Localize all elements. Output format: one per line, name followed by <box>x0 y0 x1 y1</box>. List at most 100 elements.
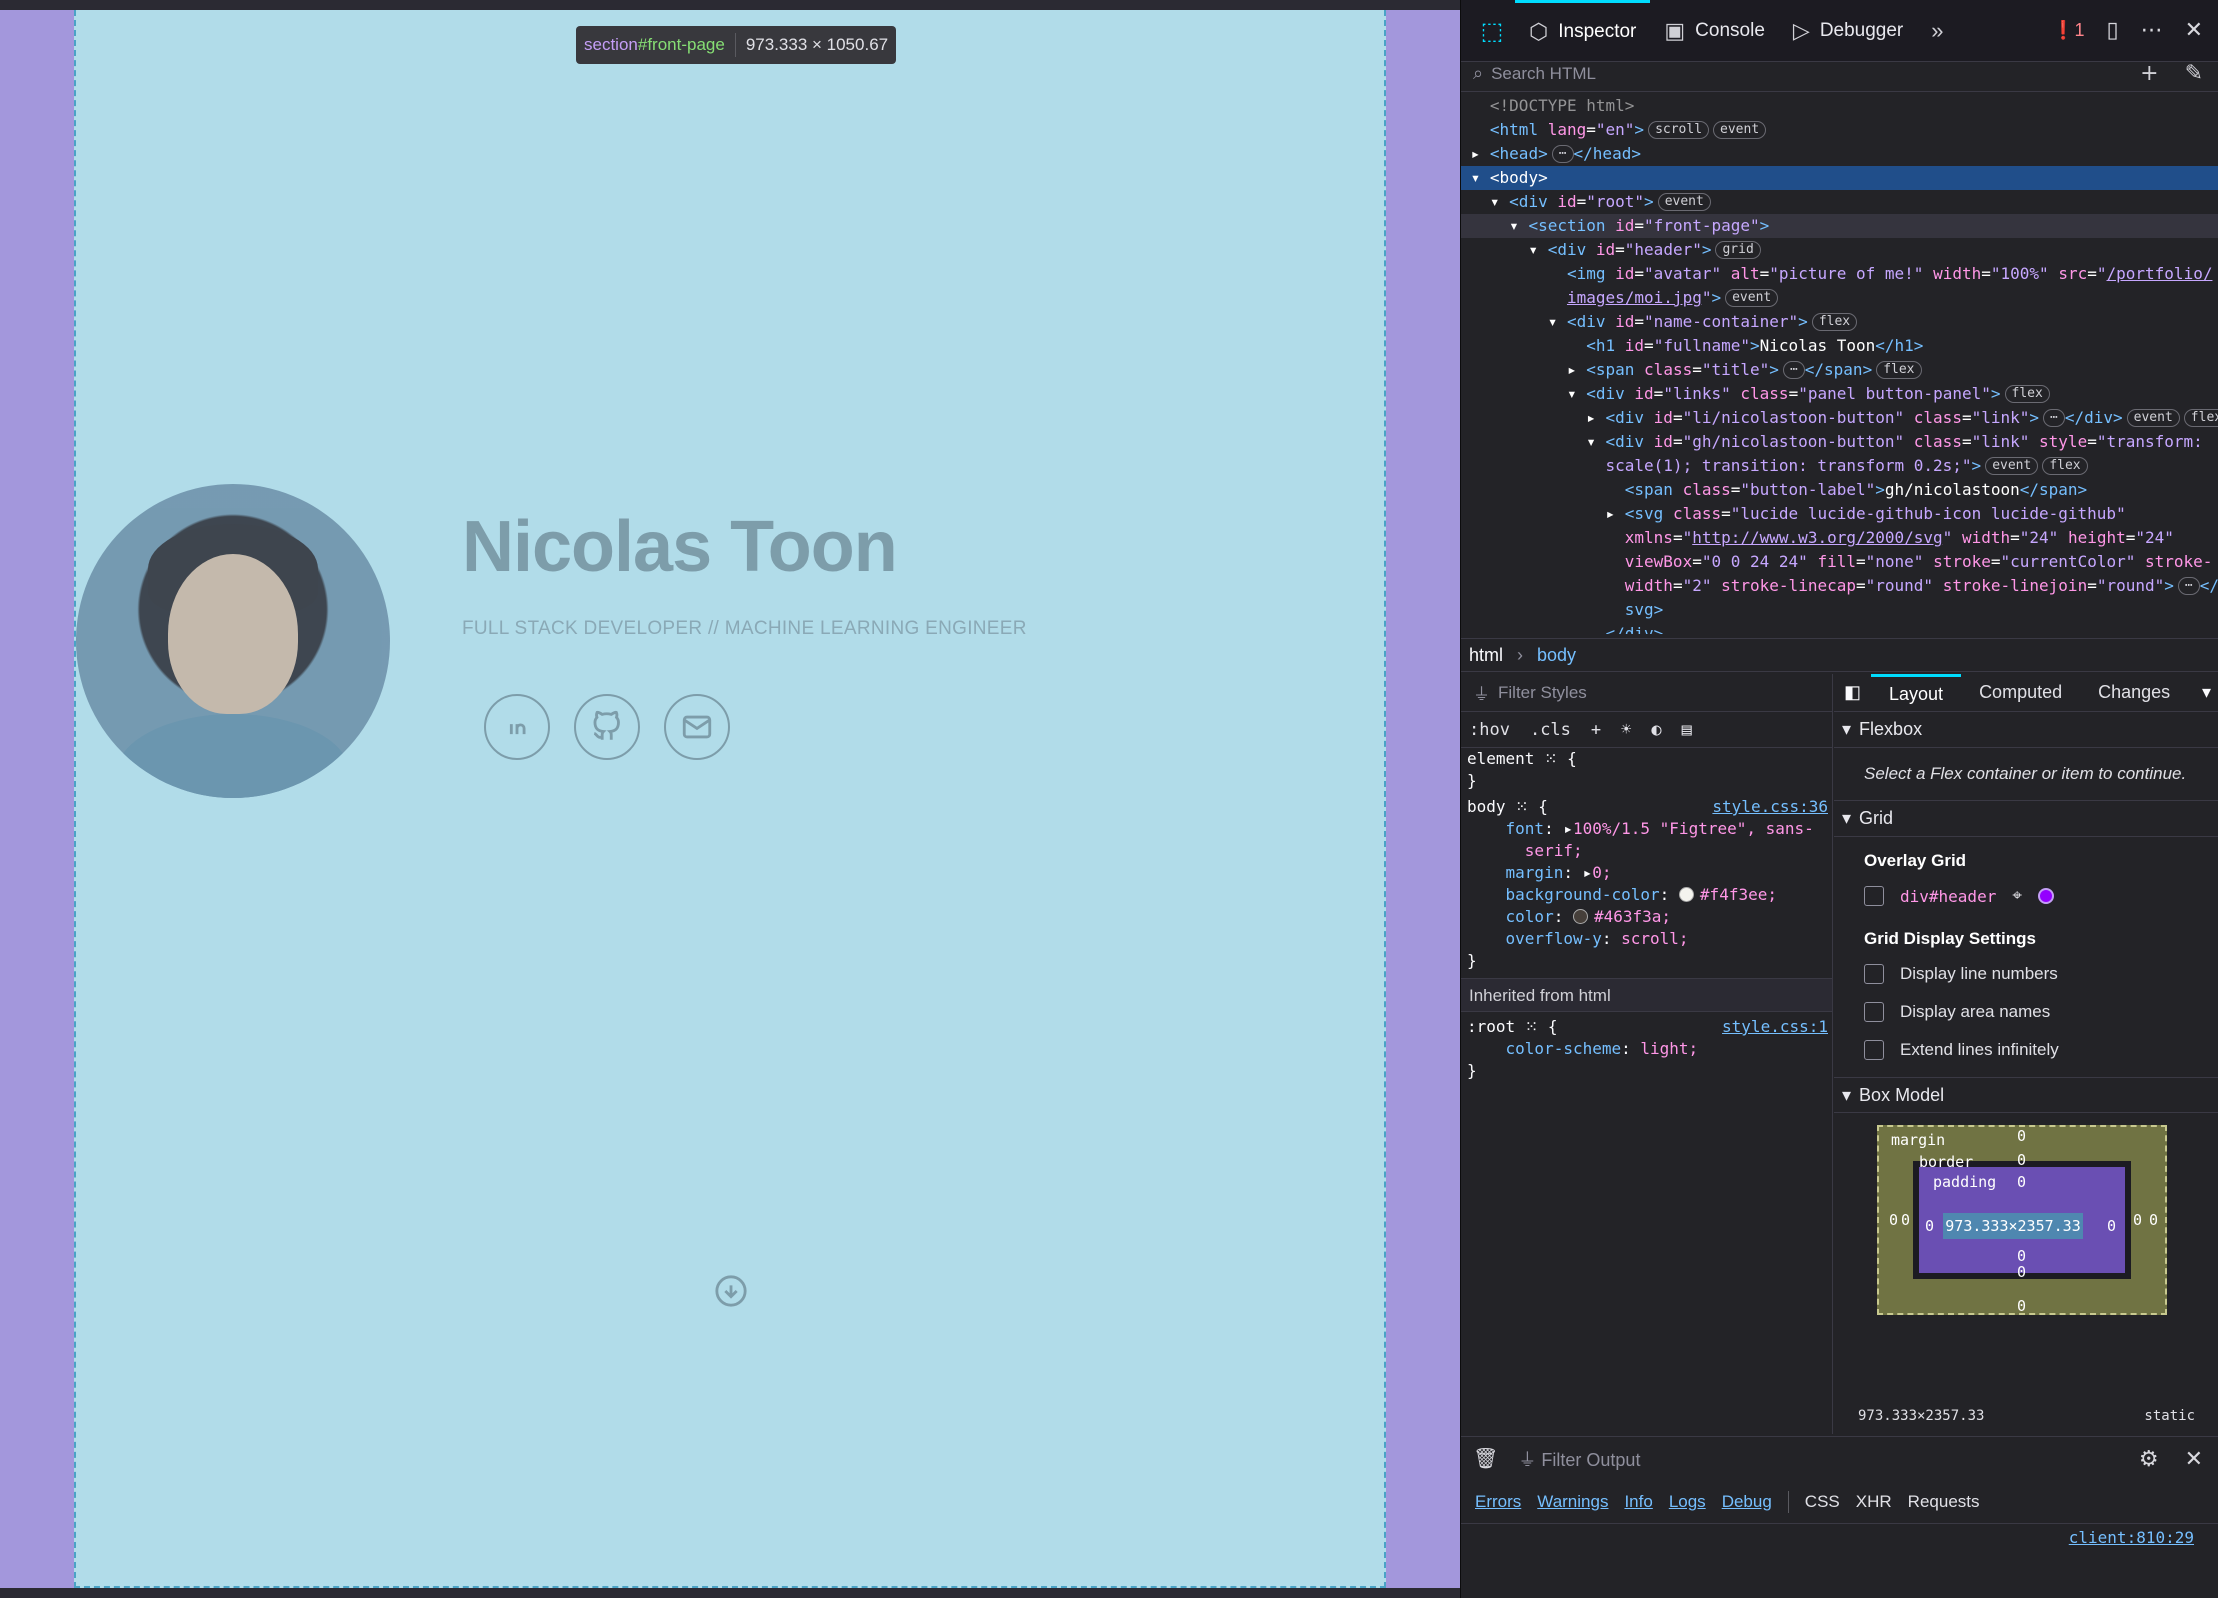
margin-top-value[interactable]: 0 <box>2017 1127 2026 1145</box>
markup-line[interactable]: xmlns="http://www.w3.org/2000/svg" width… <box>1461 526 2218 550</box>
markup-line[interactable]: width="2" stroke-linecap="round" stroke-… <box>1461 574 2218 598</box>
cls-toggle[interactable]: .cls <box>1530 720 1571 740</box>
markup-line[interactable]: ▸ <head> ⋯ </head> <box>1461 142 2218 166</box>
markup-line[interactable]: <span class="button-label">gh/nicolastoo… <box>1461 478 2218 502</box>
border-bottom-value[interactable]: 0 <box>2017 1263 2026 1281</box>
markup-line[interactable]: ▸ <span class="title"> ⋯ </span> flex <box>1461 358 2218 382</box>
close-icon[interactable]: ✕ <box>2185 18 2203 43</box>
checkbox[interactable] <box>1864 964 1884 984</box>
grid-section-header[interactable]: ▾ Grid <box>1834 801 2218 837</box>
add-node-icon[interactable]: + <box>2140 61 2158 86</box>
more-options-icon[interactable]: ⋯ <box>2141 18 2163 43</box>
markup-line[interactable]: images/moi.jpg"> event <box>1461 286 2218 310</box>
markup-line[interactable]: ▾ <div id="root"> event <box>1461 190 2218 214</box>
tab-inspector[interactable]: ⬡ Inspector <box>1515 0 1651 62</box>
tab-changes[interactable]: Changes <box>2080 674 2188 712</box>
markup-line[interactable]: <img id="avatar" alt="picture of me!" wi… <box>1461 262 2218 286</box>
markup-line[interactable]: ▾ <div id="header"> grid <box>1461 238 2218 262</box>
bg-value[interactable]: #f4f3ee; <box>1700 885 1777 904</box>
element-picker-button[interactable]: ⬚ <box>1469 8 1515 54</box>
markup-line[interactable]: ▸ <svg class="lucide lucide-github-icon … <box>1461 502 2218 526</box>
markup-line[interactable]: ▸ <div id="li/nicolastoon-button" class=… <box>1461 406 2218 430</box>
linkedin-button[interactable] <box>484 694 550 760</box>
filter-logs[interactable]: Logs <box>1669 1492 1706 1512</box>
more-tabs-button[interactable]: » <box>1917 0 1957 62</box>
margin-bottom-value[interactable]: 0 <box>2017 1297 2026 1315</box>
margin-left-value[interactable]: 0 <box>1889 1211 1898 1229</box>
filter-debug[interactable]: Debug <box>1722 1492 1772 1512</box>
color-swatch[interactable] <box>1572 909 1588 924</box>
close-icon[interactable]: ✕ <box>2185 1446 2203 1472</box>
root-rule-source[interactable]: style.css:1 <box>1722 1016 1832 1038</box>
eyedropper-icon[interactable]: ✎ <box>2185 61 2203 86</box>
filter-styles-input[interactable]: ⏚ Filter Styles <box>1461 674 1832 712</box>
markup-line[interactable]: ▾ <div id="links" class="panel button-pa… <box>1461 382 2218 406</box>
boxmodel-content[interactable]: 973.333×2357.33 <box>1943 1213 2083 1239</box>
checkbox[interactable] <box>1864 886 1884 906</box>
filter-css[interactable]: CSS <box>1805 1492 1840 1512</box>
tab-layout[interactable]: Layout <box>1871 673 1962 712</box>
filter-info[interactable]: Info <box>1624 1492 1652 1512</box>
crosshair-icon[interactable]: ⌖ <box>2012 886 2022 906</box>
display-area-names-option[interactable]: Display area names <box>1834 993 2218 1031</box>
light-scheme-icon[interactable]: ☀ <box>1621 720 1631 740</box>
border-top-value[interactable]: 0 <box>2017 1151 2026 1169</box>
markup-line[interactable]: ▾ <section id="front-page"> <box>1461 214 2218 238</box>
print-media-icon[interactable]: ▤ <box>1682 720 1692 740</box>
padding-left-value[interactable]: 0 <box>1925 1217 1934 1235</box>
checkbox[interactable] <box>1864 1040 1884 1060</box>
markup-line[interactable]: svg> <box>1461 598 2218 622</box>
checkbox[interactable] <box>1864 1002 1884 1022</box>
markup-line[interactable]: </div> <box>1461 622 2218 634</box>
markup-line[interactable]: <!DOCTYPE html> <box>1461 94 2218 118</box>
dark-scheme-icon[interactable]: ◐ <box>1651 720 1661 740</box>
margin-right-value[interactable]: 0 <box>2149 1211 2158 1229</box>
scroll-down-button[interactable] <box>714 1274 748 1308</box>
toggle-sidebar-icon[interactable]: ◧ <box>1834 682 1871 703</box>
mail-button[interactable] <box>664 694 730 760</box>
padding-top-value[interactable]: 0 <box>2017 1173 2026 1191</box>
markup-line[interactable]: <h1 id="fullname">Nicolas Toon</h1> <box>1461 334 2218 358</box>
markup-line[interactable]: ▾ <div id="gh/nicolastoon-button" class=… <box>1461 430 2218 454</box>
error-count-badge[interactable]: ❗1 <box>2052 20 2084 41</box>
filter-errors[interactable]: Errors <box>1475 1492 1521 1512</box>
console-source-link[interactable]: client:810:29 <box>2069 1528 2194 1547</box>
color-scheme-value[interactable]: light; <box>1640 1039 1698 1058</box>
body-rule-source[interactable]: style.css:36 <box>1712 796 1832 818</box>
markup-line[interactable]: scale(1); transition: transform 0.2s;"> e… <box>1461 454 2218 478</box>
filter-output-input[interactable]: ⏚ Filter Output <box>1518 1446 1640 1472</box>
tab-console[interactable]: ▣ Console <box>1650 0 1779 62</box>
color-value[interactable]: #463f3a; <box>1594 907 1671 926</box>
hov-toggle[interactable]: :hov <box>1469 720 1510 740</box>
filter-xhr[interactable]: XHR <box>1856 1492 1892 1512</box>
search-html-input[interactable]: Search HTML <box>1491 64 1596 84</box>
tab-debugger[interactable]: ▷ Debugger <box>1779 0 1917 62</box>
markup-line[interactable]: viewBox="0 0 24 24" fill="none" stroke="… <box>1461 550 2218 574</box>
tab-computed[interactable]: Computed <box>1961 674 2080 712</box>
markup-line[interactable]: ▾ <div id="name-container"> flex <box>1461 310 2218 334</box>
overflow-value[interactable]: scroll; <box>1621 929 1688 948</box>
grid-color-swatch[interactable] <box>2037 888 2054 904</box>
filter-warnings[interactable]: Warnings <box>1537 1492 1608 1512</box>
padding-right-value[interactable]: 0 <box>2107 1217 2116 1235</box>
breadcrumb-body[interactable]: body <box>1537 645 1576 666</box>
dock-side-icon[interactable]: ▯ <box>2106 18 2118 43</box>
markup-line-selected[interactable]: ▾ <body> <box>1461 166 2218 190</box>
breadcrumb-html[interactable]: html <box>1469 645 1503 666</box>
extend-lines-option[interactable]: Extend lines infinitely <box>1834 1031 2218 1069</box>
boxmodel-section-header[interactable]: ▾ Box Model <box>1834 1077 2218 1113</box>
flexbox-section-header[interactable]: ▾ Flexbox <box>1834 712 2218 748</box>
display-line-numbers-option[interactable]: Display line numbers <box>1834 955 2218 993</box>
font-value[interactable]: 100%/1.5 "Figtree", sans- <box>1573 819 1814 838</box>
color-swatch[interactable] <box>1678 887 1694 902</box>
markup-line[interactable]: <html lang="en"> scroll event <box>1461 118 2218 142</box>
margin-value[interactable]: 0; <box>1592 863 1611 882</box>
github-button[interactable] <box>574 694 640 760</box>
border-left-value[interactable]: 0 <box>1901 1211 1910 1229</box>
trash-icon[interactable]: 🗑 <box>1473 1446 1498 1471</box>
gear-icon[interactable]: ⚙ <box>2139 1446 2159 1472</box>
border-right-value[interactable]: 0 <box>2133 1211 2142 1229</box>
grid-overlay-toggle[interactable]: div#header ⌖ <box>1834 877 2218 915</box>
add-rule-icon[interactable]: + <box>1591 720 1601 740</box>
filter-requests[interactable]: Requests <box>1908 1492 1980 1512</box>
